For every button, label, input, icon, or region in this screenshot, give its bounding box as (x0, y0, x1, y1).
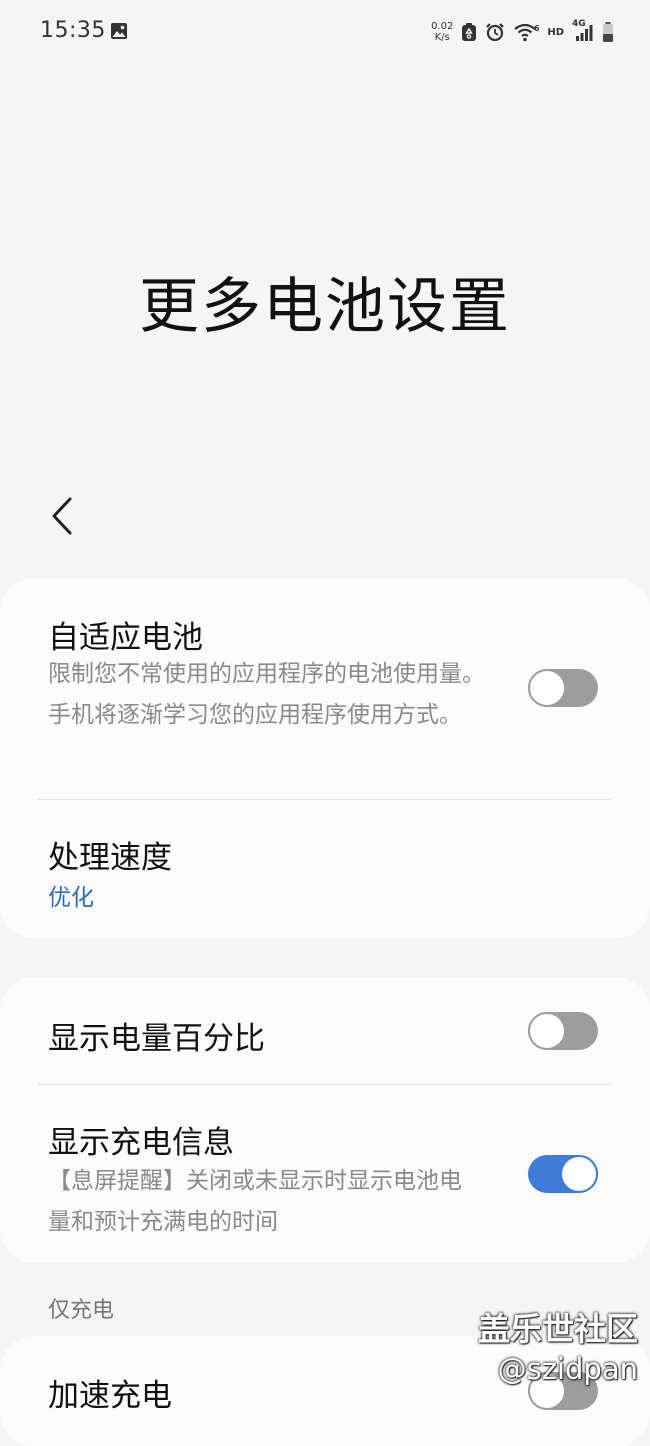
status-time: 15:35 (40, 18, 106, 43)
chevron-left-icon (52, 497, 72, 535)
signal-bars-icon (576, 25, 593, 41)
toggle-knob (528, 669, 566, 707)
network-speed-value: 0.02 (431, 21, 454, 32)
page-title: 更多电池设置 (139, 272, 511, 342)
gallery-notification-icon (111, 23, 127, 39)
charging-info-title: 显示充电信息 (48, 1125, 234, 1161)
processing-speed-value: 优化 (48, 885, 94, 911)
processing-speed-row[interactable]: 处理速度 优化 (0, 800, 650, 938)
cellular-signal: 4G (572, 19, 594, 43)
section-header-charging: 仅充电 (48, 1298, 115, 1323)
wifi-icon: 6 (514, 23, 539, 42)
battery-percentage-row[interactable]: 显示电量百分比 (0, 977, 650, 1084)
watermark-username: @szidpan (497, 1352, 638, 1386)
toggle-knob (528, 1012, 566, 1050)
alarm-icon (486, 23, 505, 42)
adaptive-battery-title: 自适应电池 (48, 620, 203, 656)
network-speed-unit: K/s (434, 32, 450, 43)
adaptive-battery-description: 限制您不常使用的应用程序的电池使用量。手机将逐渐学习您的应用程序使用方式。 (48, 661, 485, 728)
battery-percentage-toggle[interactable] (528, 1012, 598, 1050)
settings-card-display: 显示电量百分比 显示充电信息 【息屏提醒】关闭或未显示时显示电池电量和预计充满电… (0, 977, 650, 1263)
battery-icon (603, 22, 613, 42)
back-button[interactable] (40, 494, 84, 538)
status-bar: 15:35 0.02 K/s 6 HD 4G (0, 0, 650, 64)
processing-speed-title: 处理速度 (48, 840, 172, 876)
fast-charging-title: 加速充电 (48, 1378, 172, 1414)
charging-info-description: 【息屏提醒】关闭或未显示时显示电池电量和预计充满电的时间 (48, 1168, 462, 1235)
battery-percentage-title: 显示电量百分比 (48, 1021, 265, 1057)
recycle-icon (462, 23, 477, 41)
network-speed: 0.02 K/s (431, 21, 453, 43)
charging-info-row[interactable]: 显示充电信息 【息屏提醒】关闭或未显示时显示电池电量和预计充满电的时间 (0, 1085, 650, 1263)
settings-card-battery: 自适应电池 限制您不常使用的应用程序的电池使用量。手机将逐渐学习您的应用程序使用… (0, 578, 650, 938)
status-icons: 0.02 K/s 6 HD 4G (431, 18, 614, 46)
hd-voice-label: HD (547, 26, 564, 38)
adaptive-battery-row[interactable]: 自适应电池 限制您不常使用的应用程序的电池使用量。手机将逐渐学习您的应用程序使用… (0, 578, 650, 798)
watermark-community: 盖乐世社区 (477, 1310, 638, 1348)
svg-text:6: 6 (534, 24, 539, 33)
adaptive-battery-toggle[interactable] (528, 669, 598, 707)
charging-info-toggle[interactable] (528, 1155, 598, 1193)
toggle-knob (560, 1155, 598, 1193)
